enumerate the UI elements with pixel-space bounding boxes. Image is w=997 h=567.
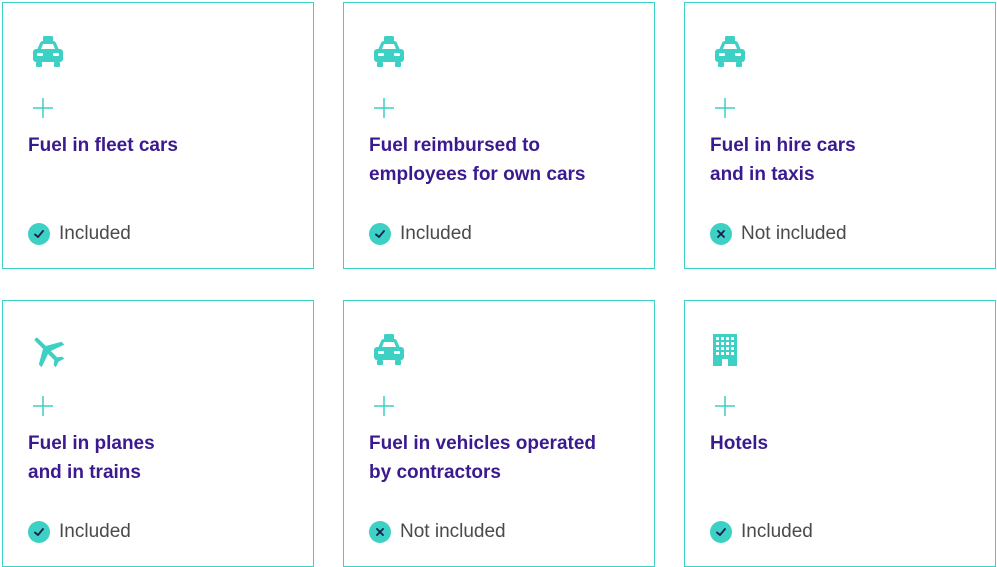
status-text: Included	[59, 223, 131, 244]
plus-icon	[33, 396, 53, 416]
card-hire-cars-taxis: Fuel in hire cars and in taxis Not inclu…	[684, 2, 996, 269]
card-title: Hotels	[710, 433, 769, 454]
plus-icon	[715, 98, 735, 118]
status-text: Included	[400, 223, 472, 244]
plus-icon	[715, 396, 735, 416]
taxi-icon	[370, 332, 408, 370]
card-title: Fuel in fleet cars	[28, 135, 178, 156]
plus-icon	[374, 98, 394, 118]
check-icon	[369, 223, 391, 245]
taxi-icon	[711, 34, 749, 72]
status-not-included: Not included	[369, 521, 506, 543]
card-hotels: Hotels Included	[684, 300, 996, 567]
card-title: Fuel in planes and in trains	[28, 433, 155, 483]
card-reimbursed-own-cars: Fuel reimbursed to employees for own car…	[343, 2, 655, 269]
check-icon	[28, 521, 50, 543]
check-icon	[710, 521, 732, 543]
status-text: Included	[741, 521, 813, 542]
check-icon	[28, 223, 50, 245]
card-title: Fuel in vehicles operated by contractors	[369, 433, 597, 483]
hotel-building-icon	[711, 332, 749, 370]
status-text: Not included	[741, 223, 847, 244]
card-title: Fuel reimbursed to employees for own car…	[369, 135, 586, 185]
plus-icon	[374, 396, 394, 416]
status-included: Included	[710, 521, 813, 543]
card-fleet-cars: Fuel in fleet cars Included	[2, 2, 314, 269]
status-included: Included	[369, 223, 472, 245]
card-title: Fuel in hire cars and in taxis	[710, 135, 856, 185]
card-contractor-vehicles: Fuel in vehicles operated by contractors…	[343, 300, 655, 567]
cross-icon	[369, 521, 391, 543]
status-not-included: Not included	[710, 223, 847, 245]
status-text: Included	[59, 521, 131, 542]
airplane-icon	[29, 332, 67, 370]
cross-icon	[710, 223, 732, 245]
plus-icon	[33, 98, 53, 118]
status-included: Included	[28, 521, 131, 543]
taxi-icon	[29, 34, 67, 72]
status-included: Included	[28, 223, 131, 245]
card-planes-trains: Fuel in planes and in trains Included	[2, 300, 314, 567]
taxi-icon	[370, 34, 408, 72]
status-text: Not included	[400, 521, 506, 542]
